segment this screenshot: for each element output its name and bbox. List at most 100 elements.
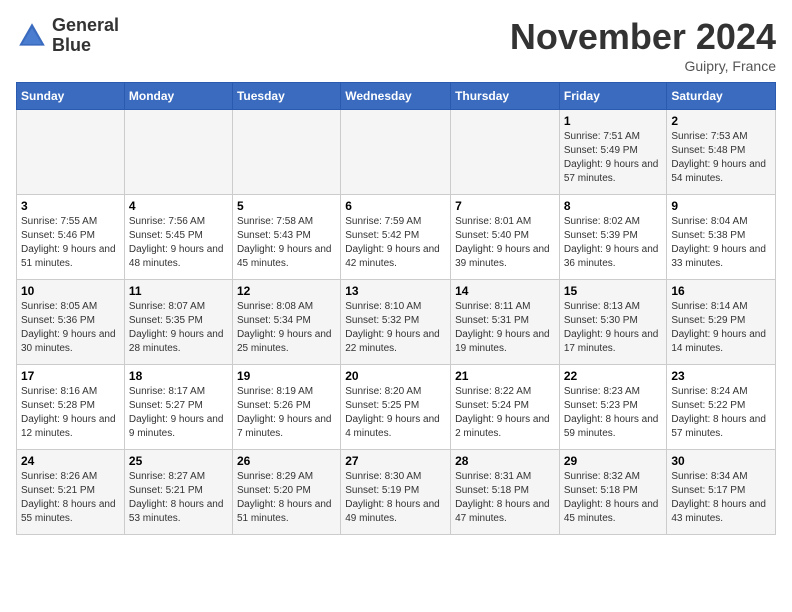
calendar-cell: 24 Sunrise: 8:26 AM Sunset: 5:21 PM Dayli… xyxy=(17,450,125,535)
day-info: Sunrise: 7:56 AM Sunset: 5:45 PM Dayligh… xyxy=(129,215,228,271)
day-number: 18 xyxy=(129,369,228,383)
day-number: 13 xyxy=(345,284,446,298)
calendar-cell xyxy=(341,110,451,195)
calendar-cell: 1 Sunrise: 7:51 AM Sunset: 5:49 PM Daylig… xyxy=(559,110,667,195)
day-number: 29 xyxy=(564,454,663,468)
day-number: 21 xyxy=(455,369,555,383)
day-info: Sunrise: 8:32 AM Sunset: 5:18 PM Dayligh… xyxy=(564,470,663,526)
day-info: Sunrise: 8:08 AM Sunset: 5:34 PM Dayligh… xyxy=(237,300,336,356)
logo-text: General Blue xyxy=(52,16,119,56)
day-number: 5 xyxy=(237,199,336,213)
day-info: Sunrise: 8:20 AM Sunset: 5:25 PM Dayligh… xyxy=(345,385,446,441)
day-info: Sunrise: 7:51 AM Sunset: 5:49 PM Dayligh… xyxy=(564,130,663,186)
month-title: November 2024 xyxy=(510,16,776,58)
calendar-cell: 21 Sunrise: 8:22 AM Sunset: 5:24 PM Dayli… xyxy=(451,365,560,450)
calendar-table: SundayMondayTuesdayWednesdayThursdayFrid… xyxy=(16,82,776,535)
calendar-cell: 28 Sunrise: 8:31 AM Sunset: 5:18 PM Dayli… xyxy=(451,450,560,535)
day-number: 19 xyxy=(237,369,336,383)
day-info: Sunrise: 8:05 AM Sunset: 5:36 PM Dayligh… xyxy=(21,300,120,356)
location: Guipry, France xyxy=(510,58,776,74)
calendar-cell: 30 Sunrise: 8:34 AM Sunset: 5:17 PM Dayli… xyxy=(667,450,776,535)
calendar-cell: 6 Sunrise: 7:59 AM Sunset: 5:42 PM Daylig… xyxy=(341,195,451,280)
day-number: 17 xyxy=(21,369,120,383)
day-number: 10 xyxy=(21,284,120,298)
calendar-body: 1 Sunrise: 7:51 AM Sunset: 5:49 PM Daylig… xyxy=(17,110,776,535)
day-info: Sunrise: 8:07 AM Sunset: 5:35 PM Dayligh… xyxy=(129,300,228,356)
day-number: 4 xyxy=(129,199,228,213)
day-info: Sunrise: 8:04 AM Sunset: 5:38 PM Dayligh… xyxy=(671,215,771,271)
weekday-header-row: SundayMondayTuesdayWednesdayThursdayFrid… xyxy=(17,83,776,110)
day-number: 22 xyxy=(564,369,663,383)
day-info: Sunrise: 8:27 AM Sunset: 5:21 PM Dayligh… xyxy=(129,470,228,526)
day-number: 6 xyxy=(345,199,446,213)
day-number: 28 xyxy=(455,454,555,468)
calendar-cell: 27 Sunrise: 8:30 AM Sunset: 5:19 PM Dayli… xyxy=(341,450,451,535)
calendar-cell: 12 Sunrise: 8:08 AM Sunset: 5:34 PM Dayli… xyxy=(232,280,340,365)
day-number: 11 xyxy=(129,284,228,298)
day-info: Sunrise: 7:53 AM Sunset: 5:48 PM Dayligh… xyxy=(671,130,771,186)
day-number: 15 xyxy=(564,284,663,298)
day-info: Sunrise: 8:11 AM Sunset: 5:31 PM Dayligh… xyxy=(455,300,555,356)
weekday-header-wednesday: Wednesday xyxy=(341,83,451,110)
day-number: 9 xyxy=(671,199,771,213)
calendar-cell: 23 Sunrise: 8:24 AM Sunset: 5:22 PM Dayli… xyxy=(667,365,776,450)
day-info: Sunrise: 8:02 AM Sunset: 5:39 PM Dayligh… xyxy=(564,215,663,271)
calendar-cell xyxy=(17,110,125,195)
day-number: 12 xyxy=(237,284,336,298)
calendar-week-row: 10 Sunrise: 8:05 AM Sunset: 5:36 PM Dayli… xyxy=(17,280,776,365)
calendar-week-row: 24 Sunrise: 8:26 AM Sunset: 5:21 PM Dayli… xyxy=(17,450,776,535)
day-info: Sunrise: 7:55 AM Sunset: 5:46 PM Dayligh… xyxy=(21,215,120,271)
calendar-cell: 25 Sunrise: 8:27 AM Sunset: 5:21 PM Dayli… xyxy=(124,450,232,535)
weekday-header-sunday: Sunday xyxy=(17,83,125,110)
day-info: Sunrise: 8:01 AM Sunset: 5:40 PM Dayligh… xyxy=(455,215,555,271)
calendar-cell: 17 Sunrise: 8:16 AM Sunset: 5:28 PM Dayli… xyxy=(17,365,125,450)
day-number: 8 xyxy=(564,199,663,213)
calendar-cell: 15Sunrise: 8:13 AM Sunset: 5:30 PM Dayli… xyxy=(559,280,667,365)
calendar-cell: 18Sunrise: 8:17 AM Sunset: 5:27 PM Dayli… xyxy=(124,365,232,450)
day-info: Sunrise: 8:30 AM Sunset: 5:19 PM Dayligh… xyxy=(345,470,446,526)
day-info: Sunrise: 8:22 AM Sunset: 5:24 PM Dayligh… xyxy=(455,385,555,441)
day-info: Sunrise: 8:19 AM Sunset: 5:26 PM Dayligh… xyxy=(237,385,336,441)
calendar-cell: 14 Sunrise: 8:11 AM Sunset: 5:31 PM Dayli… xyxy=(451,280,560,365)
calendar-cell: 2Sunrise: 7:53 AM Sunset: 5:48 PM Daylig… xyxy=(667,110,776,195)
calendar-cell: 10 Sunrise: 8:05 AM Sunset: 5:36 PM Dayli… xyxy=(17,280,125,365)
day-info: Sunrise: 8:16 AM Sunset: 5:28 PM Dayligh… xyxy=(21,385,120,441)
day-number: 30 xyxy=(671,454,771,468)
calendar-cell: 4 Sunrise: 7:56 AM Sunset: 5:45 PM Daylig… xyxy=(124,195,232,280)
day-number: 14 xyxy=(455,284,555,298)
day-number: 16 xyxy=(671,284,771,298)
day-info: Sunrise: 8:26 AM Sunset: 5:21 PM Dayligh… xyxy=(21,470,120,526)
calendar-cell: 19 Sunrise: 8:19 AM Sunset: 5:26 PM Dayli… xyxy=(232,365,340,450)
calendar-cell: 11 Sunrise: 8:07 AM Sunset: 5:35 PM Dayli… xyxy=(124,280,232,365)
weekday-header-friday: Friday xyxy=(559,83,667,110)
calendar-cell: 3 Sunrise: 7:55 AM Sunset: 5:46 PM Daylig… xyxy=(17,195,125,280)
day-info: Sunrise: 8:14 AM Sunset: 5:29 PM Dayligh… xyxy=(671,300,771,356)
day-number: 24 xyxy=(21,454,120,468)
day-number: 3 xyxy=(21,199,120,213)
calendar-week-row: 3 Sunrise: 7:55 AM Sunset: 5:46 PM Daylig… xyxy=(17,195,776,280)
day-info: Sunrise: 8:29 AM Sunset: 5:20 PM Dayligh… xyxy=(237,470,336,526)
calendar-cell: 9 Sunrise: 8:04 AM Sunset: 5:38 PM Daylig… xyxy=(667,195,776,280)
calendar-cell: 29 Sunrise: 8:32 AM Sunset: 5:18 PM Dayli… xyxy=(559,450,667,535)
day-info: Sunrise: 8:34 AM Sunset: 5:17 PM Dayligh… xyxy=(671,470,771,526)
calendar-cell: 22Sunrise: 8:23 AM Sunset: 5:23 PM Dayli… xyxy=(559,365,667,450)
calendar-cell: 13 Sunrise: 8:10 AM Sunset: 5:32 PM Dayli… xyxy=(341,280,451,365)
weekday-header-saturday: Saturday xyxy=(667,83,776,110)
weekday-header-monday: Monday xyxy=(124,83,232,110)
day-info: Sunrise: 8:24 AM Sunset: 5:22 PM Dayligh… xyxy=(671,385,771,441)
weekday-header-tuesday: Tuesday xyxy=(232,83,340,110)
calendar-cell: 16 Sunrise: 8:14 AM Sunset: 5:29 PM Dayli… xyxy=(667,280,776,365)
day-number: 27 xyxy=(345,454,446,468)
day-info: Sunrise: 7:59 AM Sunset: 5:42 PM Dayligh… xyxy=(345,215,446,271)
day-number: 1 xyxy=(564,114,663,128)
day-info: Sunrise: 8:10 AM Sunset: 5:32 PM Dayligh… xyxy=(345,300,446,356)
day-number: 7 xyxy=(455,199,555,213)
day-number: 25 xyxy=(129,454,228,468)
day-number: 23 xyxy=(671,369,771,383)
day-info: Sunrise: 8:31 AM Sunset: 5:18 PM Dayligh… xyxy=(455,470,555,526)
calendar-cell xyxy=(232,110,340,195)
calendar-cell: 20Sunrise: 8:20 AM Sunset: 5:25 PM Dayli… xyxy=(341,365,451,450)
day-number: 26 xyxy=(237,454,336,468)
title-block: November 2024 Guipry, France xyxy=(510,16,776,74)
weekday-header-thursday: Thursday xyxy=(451,83,560,110)
